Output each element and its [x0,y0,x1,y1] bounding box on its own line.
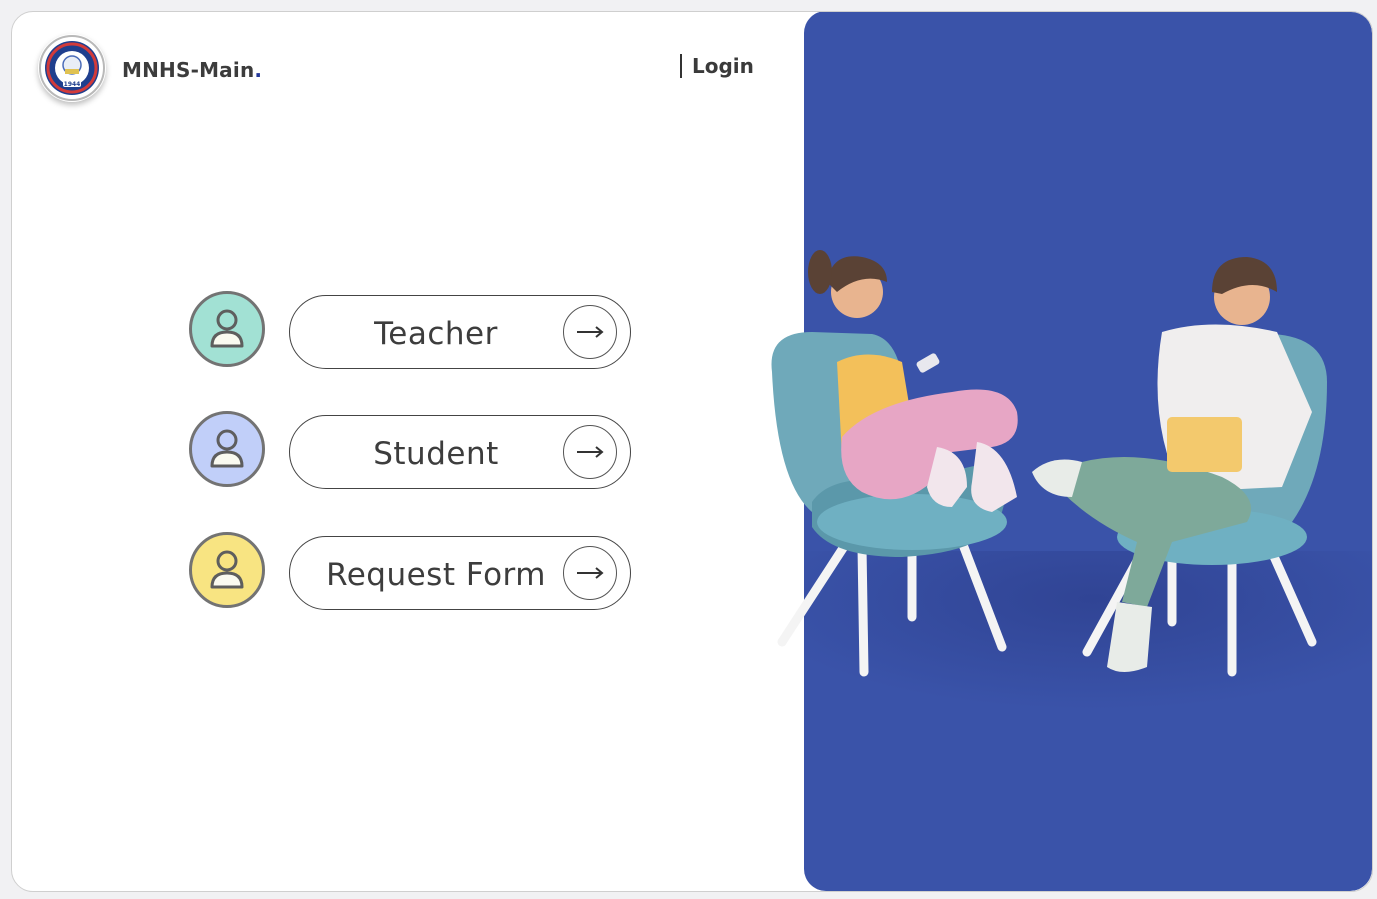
arrow-right-icon[interactable] [563,305,617,359]
students-reading-illustration [771,250,1327,677]
student-button[interactable]: Student [289,415,631,489]
main-card: 1944 MNHS-Main. Login Teacher Student Re… [11,11,1373,892]
user-icon [210,429,244,468]
arrow-right-icon[interactable] [563,546,617,600]
role-student: Student [189,411,633,493]
teacher-avatar [189,291,265,367]
arrow-right-icon[interactable] [563,425,617,479]
school-logo: 1944 [38,34,106,102]
brand-name: MNHS-Main. [122,58,262,82]
request-form-button[interactable]: Request Form [289,536,631,610]
student-avatar [189,411,265,487]
user-icon [210,550,244,589]
request-form-label: Request Form [326,557,546,593]
user-icon [210,309,244,348]
logo-year: 1944 [64,81,81,88]
teacher-button[interactable]: Teacher [289,295,631,369]
role-teacher: Teacher [189,291,633,373]
student-label: Student [373,436,499,472]
brand-dot: . [254,58,263,82]
role-request-form: Request Form [189,532,633,614]
brand-text: MNHS-Main [122,58,255,82]
login-link[interactable]: Login [680,54,754,78]
request-form-avatar [189,532,265,608]
teacher-label: Teacher [374,316,498,352]
